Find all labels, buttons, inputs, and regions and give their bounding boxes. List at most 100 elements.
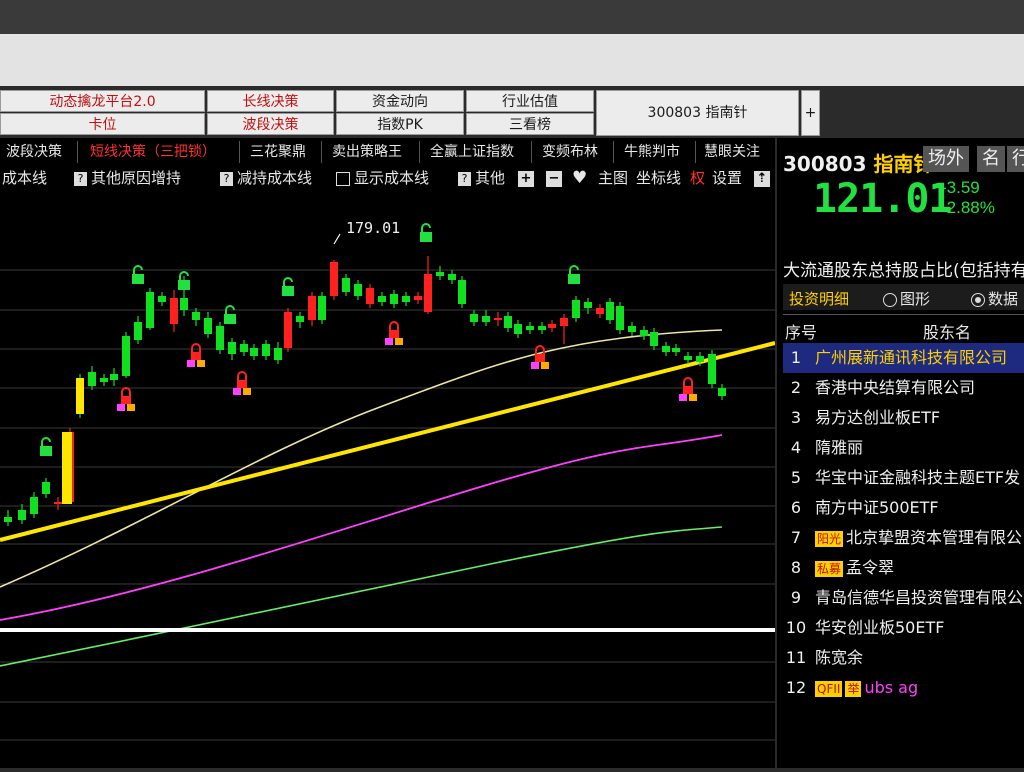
ma-short-line <box>0 329 723 588</box>
unlock-green-icon <box>282 277 294 296</box>
settings-button[interactable]: 设置 <box>712 168 742 188</box>
tab-sell-strategy[interactable]: 卖出策略王 <box>326 141 420 163</box>
holder-row[interactable]: 5 华宝中证金融科技主题ETF发 <box>783 463 1024 493</box>
holder-row[interactable]: 2 香港中央结算有限公司 <box>783 373 1024 403</box>
tab-sse-index[interactable]: 全赢上证指数 <box>424 141 532 163</box>
menu-area <box>0 34 1024 86</box>
candle-body-highlight <box>62 432 72 504</box>
menu-dragon-platform[interactable]: 动态擒龙平台2.0 <box>0 90 205 112</box>
tab-smart-watch[interactable]: 慧眼关注 <box>698 141 774 163</box>
candle-body <box>308 296 316 320</box>
tab-investment-detail[interactable]: 投资明细 <box>789 288 849 309</box>
menu-index-pk[interactable]: 指数PK <box>336 113 464 135</box>
cost-line-label: 成本线 <box>2 169 48 187</box>
tab-bull-bear[interactable]: 牛熊判市 <box>618 141 696 163</box>
menu-three-look[interactable]: 三看榜 <box>466 113 594 135</box>
candle-body <box>274 348 282 360</box>
candle-body <box>458 280 466 304</box>
candle-body <box>4 517 12 522</box>
stock-code-button[interactable]: 300803 指南针 <box>596 90 799 136</box>
holder-name: 私募 孟令翠 <box>815 558 895 577</box>
off-market-button[interactable]: 场外 <box>923 146 969 172</box>
zoom-in-button[interactable]: + <box>518 168 534 188</box>
menu-fund-flow[interactable]: 资金动向 <box>336 90 464 112</box>
menu-long-line[interactable]: 长线决策 <box>207 90 334 112</box>
candle-body <box>354 284 362 296</box>
candle-body-highlight <box>76 378 84 414</box>
price-change: -3.59 <box>941 178 980 197</box>
lock-body <box>191 352 201 360</box>
add-tab-button[interactable]: + <box>801 90 820 136</box>
holder-tag: 举 <box>845 680 862 697</box>
candle-body <box>88 372 96 386</box>
holder-row[interactable]: 1 广州展新通讯科技有限公司 <box>783 343 1024 373</box>
other-increase-option[interactable]: ? 其他原因增持 <box>74 168 181 188</box>
holder-rank: 11 <box>785 648 807 667</box>
holder-name: 陈宽余 <box>815 648 864 667</box>
heart-icon[interactable]: ♥ <box>572 168 587 188</box>
holder-row[interactable]: 7 阳光 北京挚盟资本管理有限公 <box>783 523 1024 553</box>
right-adjust-button[interactable]: 权 <box>690 168 705 188</box>
lock-body-small <box>233 388 241 395</box>
lock-body-small <box>243 388 251 395</box>
holder-rank: 5 <box>790 468 802 487</box>
holder-rank: 6 <box>790 498 802 517</box>
holder-row[interactable]: 9 青岛信德华昌投资管理有限公 <box>783 583 1024 613</box>
holder-row[interactable]: 11 陈宽余 <box>783 643 1024 673</box>
tab-short-decision[interactable]: 短线决策（三把锁） <box>84 141 240 163</box>
lock-body-small <box>541 362 549 369</box>
holder-name: 易方达创业板ETF <box>815 408 941 427</box>
holder-rank: 1 <box>790 348 802 367</box>
reduce-cost-option[interactable]: ? 减持成本线 <box>220 168 312 188</box>
holder-name: 华安创业板50ETF <box>815 618 945 637</box>
holder-name: 隋雅丽 <box>815 438 864 457</box>
holder-row[interactable]: 3 易方达创业板ETF <box>783 403 1024 433</box>
lock-red-icon <box>679 377 697 401</box>
right-panel: 300803 指南针 场外 名 行 121.01 -3.59 -2.88% 大流… <box>777 138 1024 768</box>
holder-row[interactable]: 4 隋雅丽 <box>783 433 1024 463</box>
holder-row[interactable]: 8 私募 孟令翠 <box>783 553 1024 583</box>
lock-body-small <box>679 394 687 401</box>
holder-name: 华宝中证金融科技主题ETF发 <box>815 468 1021 487</box>
holder-rank: 9 <box>790 588 802 607</box>
candle-body <box>204 318 212 334</box>
radio-data[interactable]: 数据 <box>971 288 1018 309</box>
show-cost-checkbox[interactable]: 显示成本线 <box>336 168 429 188</box>
candle-body <box>696 356 704 362</box>
main-chart-button[interactable]: 主图 <box>598 168 628 188</box>
candle-body <box>494 318 502 320</box>
other-option[interactable]: ? 其他 <box>458 168 505 188</box>
lock-red-icon <box>117 387 135 411</box>
candle-body <box>134 322 142 340</box>
row-button[interactable]: 行 <box>1007 146 1024 172</box>
menu-position[interactable]: 卡位 <box>0 113 205 135</box>
tab-three-flowers[interactable]: 三花聚鼎 <box>244 141 322 163</box>
holder-row[interactable]: 6 南方中证500ETF <box>783 493 1024 523</box>
holder-row[interactable]: 12 QFII 举 ubs ag <box>783 673 1024 703</box>
tab-band-decision[interactable]: 波段决策 <box>0 141 78 163</box>
holder-row[interactable]: 10 华安创业板50ETF <box>783 613 1024 643</box>
candle-body <box>146 292 154 328</box>
candle-body <box>560 318 568 326</box>
kline-chart[interactable]: 179.01 <box>0 192 776 768</box>
candle-body <box>584 302 592 308</box>
coord-line-button[interactable]: 坐标线 <box>636 168 681 188</box>
menu-band-decision[interactable]: 波段决策 <box>207 113 334 135</box>
lock-body-small <box>187 360 195 367</box>
holder-rank: 2 <box>790 378 802 397</box>
name-button[interactable]: 名 <box>977 146 1005 172</box>
zoom-out-button[interactable]: − <box>546 168 562 188</box>
candle-body <box>548 324 556 328</box>
menu-industry-valuation[interactable]: 行业估值 <box>466 90 594 112</box>
lock-body-small <box>531 362 539 369</box>
lock-body-small <box>689 394 697 401</box>
help-icon: ? <box>220 171 233 186</box>
kline-chart-svg: 179.01 <box>0 219 776 741</box>
holders-table-header <box>783 314 1024 344</box>
minus-icon: − <box>546 170 562 187</box>
candle-body <box>30 497 38 514</box>
radio-graph[interactable]: 图形 <box>883 288 930 309</box>
lock-body-small <box>127 404 135 411</box>
expand-button[interactable]: ⇡ <box>754 168 770 188</box>
tab-bollinger[interactable]: 变频布林 <box>536 141 614 163</box>
